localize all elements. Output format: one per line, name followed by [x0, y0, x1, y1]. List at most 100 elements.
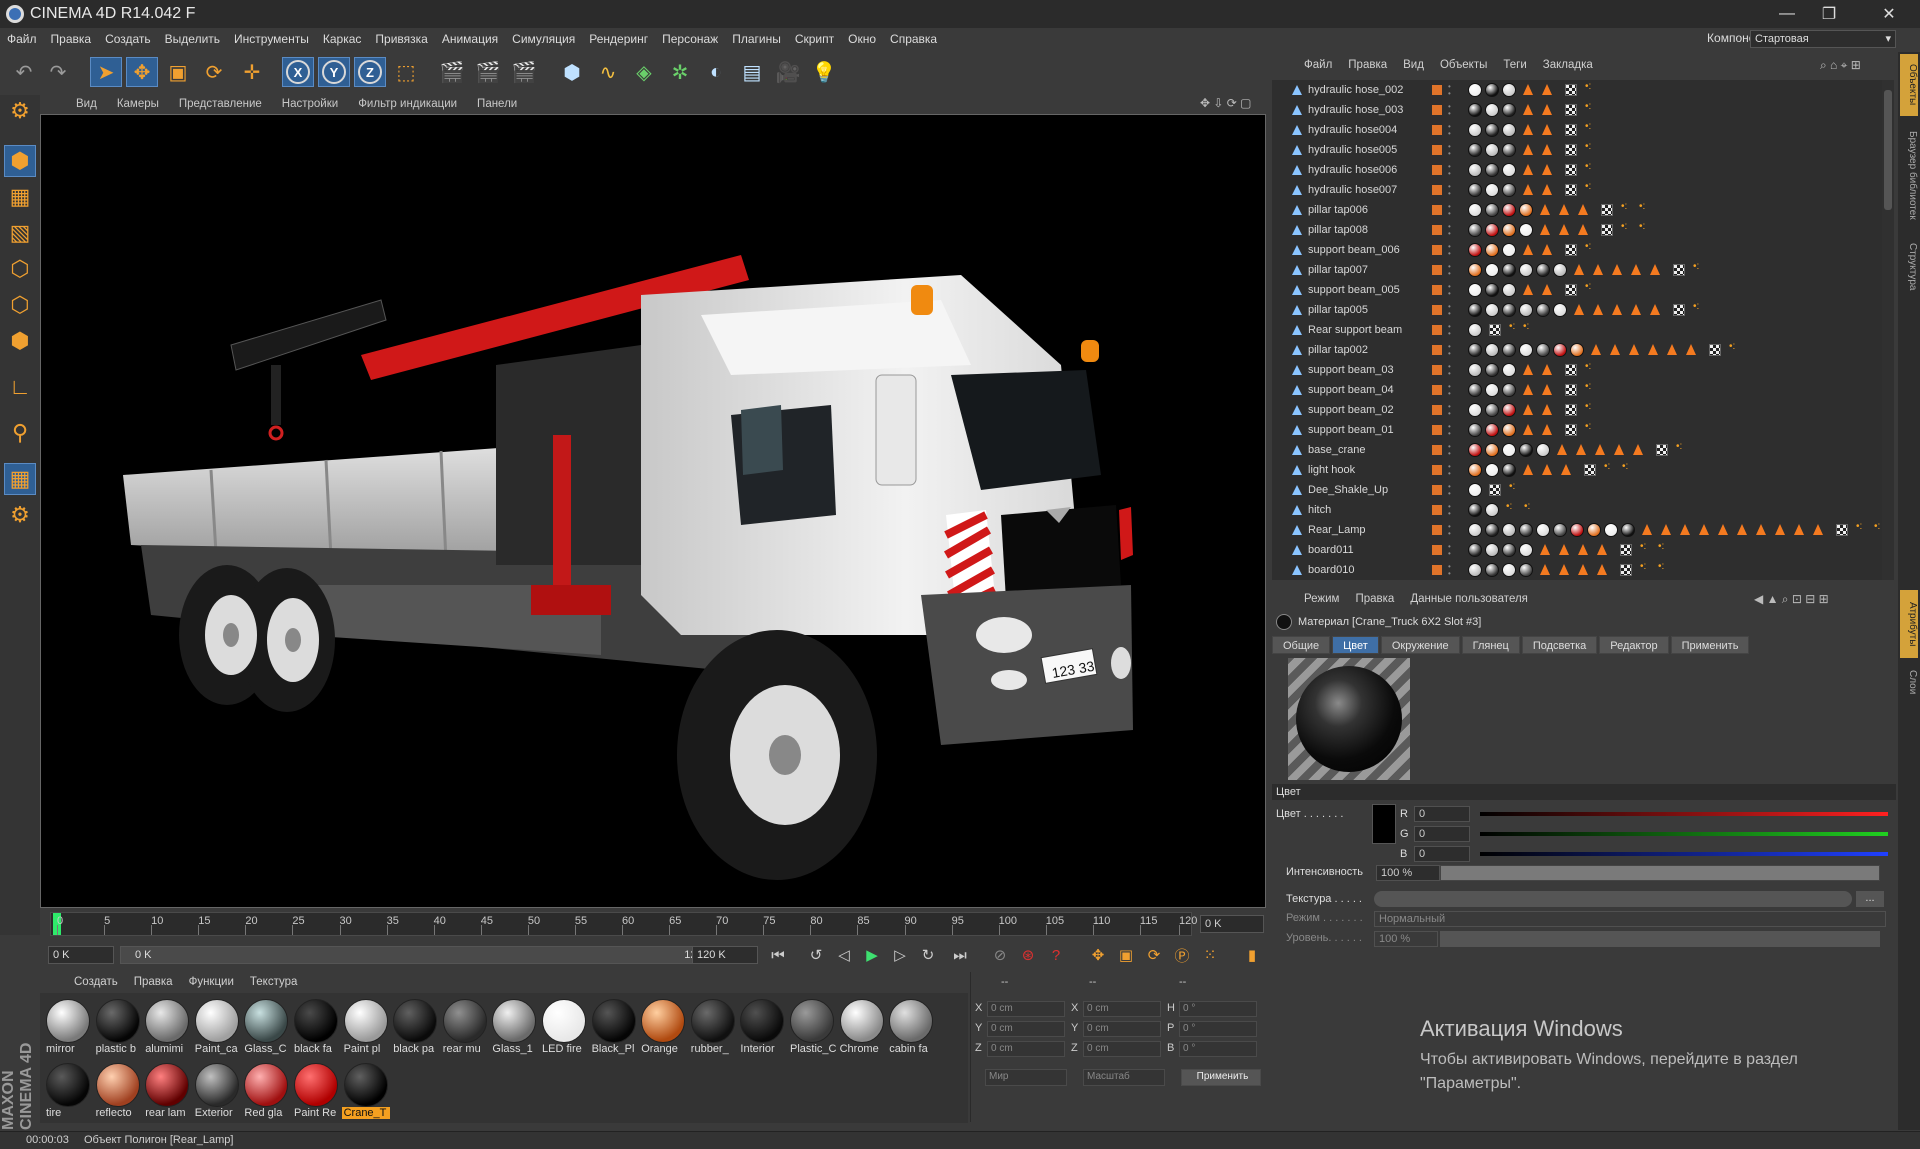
material-tag-icon[interactable] [1485, 143, 1499, 157]
uvw-tag-icon[interactable] [1565, 84, 1577, 96]
g-slider[interactable] [1480, 832, 1888, 836]
attribute-menu-item-0[interactable]: Режим [1296, 593, 1347, 605]
material-tag-icon[interactable] [1468, 563, 1482, 577]
phong-tag-icon[interactable]: •: [1585, 122, 1597, 137]
render-dots-icon[interactable]: • • [1448, 203, 1452, 218]
polygon-selection-tag-icon[interactable] [1718, 524, 1728, 535]
phong-tag-icon[interactable]: •: [1585, 82, 1597, 97]
menu-item-13[interactable]: Окно [841, 32, 883, 46]
object-row[interactable]: pillar tap005 • • •: [1272, 300, 1882, 320]
material-tag-icon[interactable] [1468, 523, 1482, 537]
material-tag-icon[interactable] [1485, 543, 1499, 557]
material-tag-icon[interactable] [1468, 343, 1482, 357]
attribute-menu-item-1[interactable]: Правка [1347, 593, 1402, 605]
polygon-selection-tag-icon[interactable] [1576, 444, 1586, 455]
uvw-tag-icon[interactable] [1656, 444, 1668, 456]
material-tag-icon[interactable] [1502, 123, 1516, 137]
object-menu-item-1[interactable]: Правка [1340, 59, 1395, 71]
material-tag-icon[interactable] [1468, 163, 1482, 177]
visibility-toggle[interactable] [1432, 565, 1442, 575]
polygon-selection-tag-icon[interactable] [1523, 84, 1533, 95]
menu-item-9[interactable]: Рендеринг [582, 32, 655, 46]
key-parameter-icon[interactable]: Ⓟ [1170, 944, 1194, 966]
scrollbar-thumb[interactable] [1884, 90, 1892, 210]
polygon-selection-tag-icon[interactable] [1523, 284, 1533, 295]
material-tag-icon[interactable] [1570, 523, 1584, 537]
material-tag-icon[interactable] [1485, 423, 1499, 437]
object-row[interactable]: hydraulic hose004 • • •: [1272, 120, 1882, 140]
x-axis-icon[interactable]: X [282, 57, 314, 87]
menu-item-0[interactable]: Файл [0, 32, 44, 46]
g-field[interactable]: 0 [1414, 826, 1470, 842]
material-tag-icon[interactable] [1485, 103, 1499, 117]
phong-tag-icon[interactable]: •: [1585, 282, 1597, 297]
go-to-end-icon[interactable]: ⏭ [948, 944, 972, 966]
render-dots-icon[interactable]: • • [1448, 283, 1452, 298]
polygon-selection-tag-icon[interactable] [1523, 144, 1533, 155]
visibility-toggle[interactable] [1432, 445, 1442, 455]
uvw-tag-icon[interactable] [1565, 284, 1577, 296]
polygon-selection-tag-icon[interactable] [1775, 524, 1785, 535]
object-row[interactable]: support beam_01 • • •: [1272, 420, 1882, 440]
material-tag-icon[interactable] [1502, 443, 1516, 457]
3d-viewport[interactable]: 123 33 [40, 114, 1266, 908]
polygon-selection-tag-icon[interactable] [1633, 444, 1643, 455]
polygon-selection-tag-icon[interactable] [1614, 444, 1624, 455]
phong-tag-icon[interactable]: •: [1524, 502, 1536, 517]
polygon-selection-tag-icon[interactable] [1699, 524, 1709, 535]
blend-mode-select[interactable]: Нормальный [1374, 911, 1886, 927]
material-tag-icon[interactable] [1502, 143, 1516, 157]
size-mode-select[interactable]: Масштаб [1083, 1069, 1165, 1086]
scale-icon[interactable]: ▣ [162, 57, 194, 87]
attribute-tab-5[interactable]: Редактор [1599, 636, 1669, 654]
material-tag-icon[interactable] [1485, 563, 1499, 577]
material-swatch[interactable]: alumimi [143, 997, 191, 1059]
apply-coords-button[interactable]: Применить [1181, 1069, 1261, 1086]
material-tag-icon[interactable] [1502, 523, 1516, 537]
key-pla-icon[interactable]: ⁙ [1198, 944, 1222, 966]
object-row[interactable]: support beam_005 • • •: [1272, 280, 1882, 300]
object-row[interactable]: pillar tap002 • • •: [1272, 340, 1882, 360]
render-dots-icon[interactable]: • • [1448, 483, 1452, 498]
uvw-tag-icon[interactable] [1836, 524, 1848, 536]
object-row[interactable]: Rear_Lamp • • •: •: [1272, 520, 1882, 540]
polygon-selection-tag-icon[interactable] [1612, 304, 1622, 315]
record-keys-icon[interactable]: ⊘ [988, 944, 1012, 966]
uvw-tag-icon[interactable] [1673, 304, 1685, 316]
uvw-tag-icon[interactable] [1620, 544, 1632, 556]
polygon-selection-tag-icon[interactable] [1631, 304, 1641, 315]
polygon-selection-tag-icon[interactable] [1542, 164, 1552, 175]
phong-tag-icon[interactable]: •: [1640, 542, 1652, 557]
rot-h-field[interactable]: 0 ° [1179, 1001, 1257, 1017]
texture-browse-button[interactable]: ... [1856, 891, 1884, 907]
material-tag-icon[interactable] [1468, 243, 1482, 257]
polygon-selection-tag-icon[interactable] [1667, 344, 1677, 355]
polygon-selection-tag-icon[interactable] [1680, 524, 1690, 535]
size-x-field[interactable]: 0 cm [1083, 1001, 1161, 1017]
render-dots-icon[interactable]: • • [1448, 503, 1452, 518]
nurbs-icon[interactable]: ◈ [628, 57, 660, 87]
object-row[interactable]: board011 • • •: •: [1272, 540, 1882, 560]
object-row[interactable]: pillar tap008 • • •: •: [1272, 220, 1882, 240]
menu-item-12[interactable]: Скрипт [788, 32, 841, 46]
next-key-icon[interactable]: ↻ [916, 944, 940, 966]
uvw-tag-icon[interactable] [1565, 364, 1577, 376]
b-slider[interactable] [1480, 852, 1888, 856]
phong-tag-icon[interactable]: •: [1856, 522, 1868, 537]
visibility-toggle[interactable] [1432, 485, 1442, 495]
material-preview[interactable] [1288, 658, 1410, 780]
previous-key-icon[interactable]: ↺ [804, 944, 828, 966]
object-menu-item-2[interactable]: Вид [1395, 59, 1432, 71]
material-tag-icon[interactable] [1621, 523, 1635, 537]
coord-system-select[interactable]: Мир [985, 1069, 1067, 1086]
visibility-toggle[interactable] [1432, 85, 1442, 95]
polygon-selection-tag-icon[interactable] [1631, 264, 1641, 275]
material-swatch[interactable]: LED fire [540, 997, 588, 1059]
material-tag-icon[interactable] [1553, 343, 1567, 357]
render-dots-icon[interactable]: • • [1448, 303, 1452, 318]
material-tag-icon[interactable] [1485, 523, 1499, 537]
blend-level-slider[interactable] [1440, 931, 1880, 947]
material-swatch[interactable]: Chrome [838, 997, 886, 1059]
material-tag-icon[interactable] [1502, 283, 1516, 297]
material-tag-icon[interactable] [1502, 83, 1516, 97]
